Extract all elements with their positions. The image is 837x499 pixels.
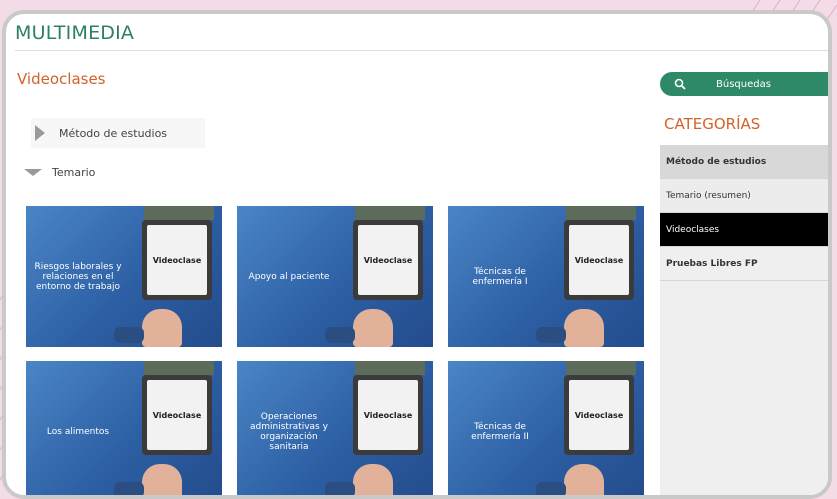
video-grid: Riesgos laborales y relaciones en el ent… (26, 206, 646, 495)
tablet-decoration (144, 361, 214, 375)
category-temario-resumen[interactable]: Temario (resumen) (660, 179, 828, 213)
page-title: MULTIMEDIA (15, 22, 135, 44)
accordion-metodo-estudios[interactable]: Método de estudios (31, 118, 205, 148)
video-card[interactable]: Técnicas de enfermería I Videoclase (448, 206, 644, 347)
hand-icon (536, 309, 604, 347)
card-title: Operaciones administrativas y organizaci… (250, 411, 328, 452)
video-badge: Videoclase (358, 225, 418, 295)
video-card[interactable]: Los alimentos Videoclase (26, 361, 222, 495)
hand-icon (114, 309, 182, 347)
video-card[interactable]: Riesgos laborales y relaciones en el ent… (26, 206, 222, 347)
video-card[interactable]: Técnicas de enfermería II Videoclase (448, 361, 644, 495)
video-badge: Videoclase (569, 380, 629, 450)
card-title: Los alimentos (46, 426, 110, 437)
categories-list: Método de estudios Temario (resumen) Vid… (660, 145, 828, 281)
accordion-label: Temario (52, 166, 96, 179)
search-button[interactable]: Búsquedas (660, 72, 828, 96)
tablet-decoration (144, 206, 214, 220)
video-badge: Videoclase (569, 225, 629, 295)
card-title: Riesgos laborales y relaciones en el ent… (34, 261, 122, 292)
triangle-down-icon (24, 169, 42, 176)
section-title: Videoclases (17, 70, 106, 88)
category-videoclases[interactable]: Videoclases (660, 213, 828, 247)
video-card[interactable]: Operaciones administrativas y organizaci… (237, 361, 433, 495)
hand-icon (325, 309, 393, 347)
categories-title: CATEGORÍAS (664, 115, 761, 133)
video-badge: Videoclase (358, 380, 418, 450)
hand-icon (325, 464, 393, 495)
multimedia-panel: MULTIMEDIA Videoclases Método de estudio… (2, 10, 832, 499)
category-pruebas-libres[interactable]: Pruebas Libres FP (660, 247, 828, 281)
category-metodo-estudios[interactable]: Método de estudios (660, 145, 828, 179)
accordion-temario[interactable]: Temario (24, 166, 96, 179)
tablet-icon: Videoclase (564, 220, 634, 300)
tablet-icon: Videoclase (353, 220, 423, 300)
card-title: Técnicas de enfermería I (472, 266, 528, 287)
title-divider (15, 50, 828, 51)
video-badge: Videoclase (147, 225, 207, 295)
tablet-decoration (566, 361, 636, 375)
sidebar-background (660, 281, 828, 495)
tablet-decoration (566, 206, 636, 220)
search-icon (674, 78, 686, 90)
triangle-right-icon (35, 125, 45, 141)
tablet-decoration (355, 361, 425, 375)
hand-icon (536, 464, 604, 495)
card-title: Apoyo al paciente (248, 271, 330, 282)
hand-icon (114, 464, 182, 495)
video-badge: Videoclase (147, 380, 207, 450)
tablet-icon: Videoclase (564, 375, 634, 455)
card-title: Técnicas de enfermería II (471, 421, 529, 442)
tablet-icon: Videoclase (142, 375, 212, 455)
tablet-icon: Videoclase (142, 220, 212, 300)
tablet-icon: Videoclase (353, 375, 423, 455)
tablet-decoration (355, 206, 425, 220)
video-card[interactable]: Apoyo al paciente Videoclase (237, 206, 433, 347)
accordion-label: Método de estudios (59, 126, 168, 140)
search-label: Búsquedas (716, 78, 771, 90)
